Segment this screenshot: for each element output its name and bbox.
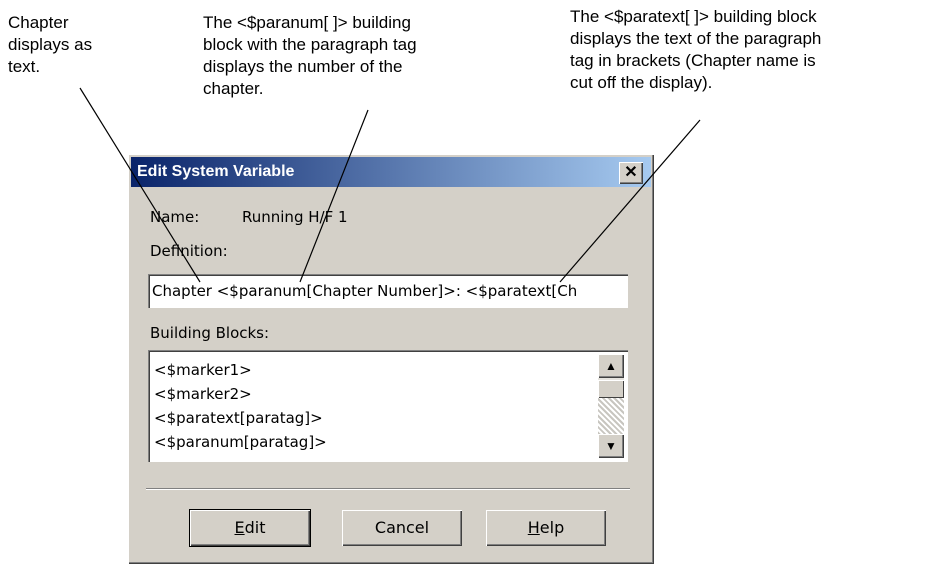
leader-line-chapter xyxy=(79,87,201,283)
leader-lines xyxy=(79,87,701,283)
leader-line-paranum xyxy=(299,109,369,283)
leader-line-paratext xyxy=(559,119,701,283)
